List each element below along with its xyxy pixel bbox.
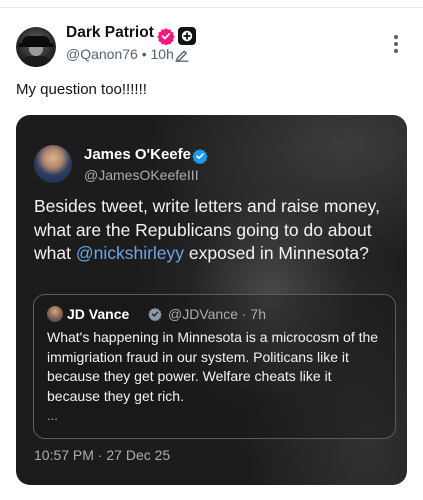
author-name[interactable]: Dark Patriot [66,24,154,42]
quoted-timestamp: 10:57 PM · 27 Dec 25 [34,447,171,463]
quoted-post-text: Besides tweet, write letters and raise m… [34,195,394,266]
handle-separator: • [141,46,147,62]
mention-link: @nickshirleyy [75,243,185,263]
plus-square-icon [178,27,196,45]
quoted-author-handle: @JamesOKeefeIII [84,167,199,183]
quoted-author-name: James O'Keefe [84,146,191,163]
nested-author-avatar [47,306,63,322]
nested-author-handle: @JDVance · 7h [168,306,266,322]
author-handle-line: @Qanon76 • 10h [66,46,174,62]
more-vertical-icon[interactable] [392,35,400,55]
top-divider [0,7,423,8]
verified-badge-icon [157,28,175,45]
verified-badge-icon [192,149,208,164]
nested-author-name: JD Vance [67,306,130,322]
quoted-author-avatar [34,145,72,183]
nested-ellipsis: ... [47,408,58,423]
nested-post-text: What's happening in Minnesota is a micro… [47,329,379,404]
post-age[interactable]: 10h [151,46,174,62]
quoted-text-part: exposed in Minnesota? [184,243,369,263]
quoted-post-image[interactable]: James O'Keefe @JamesOKeefeIII Besides tw… [16,115,407,485]
post-text: My question too!!!!!! [16,81,147,98]
author-handle[interactable]: @Qanon76 [66,46,138,62]
verified-badge-icon [148,307,162,321]
nested-quote-card: JD Vance @JDVance · 7h What's happening … [33,294,396,439]
author-avatar[interactable] [16,27,56,67]
pencil-edit-icon [175,50,189,62]
